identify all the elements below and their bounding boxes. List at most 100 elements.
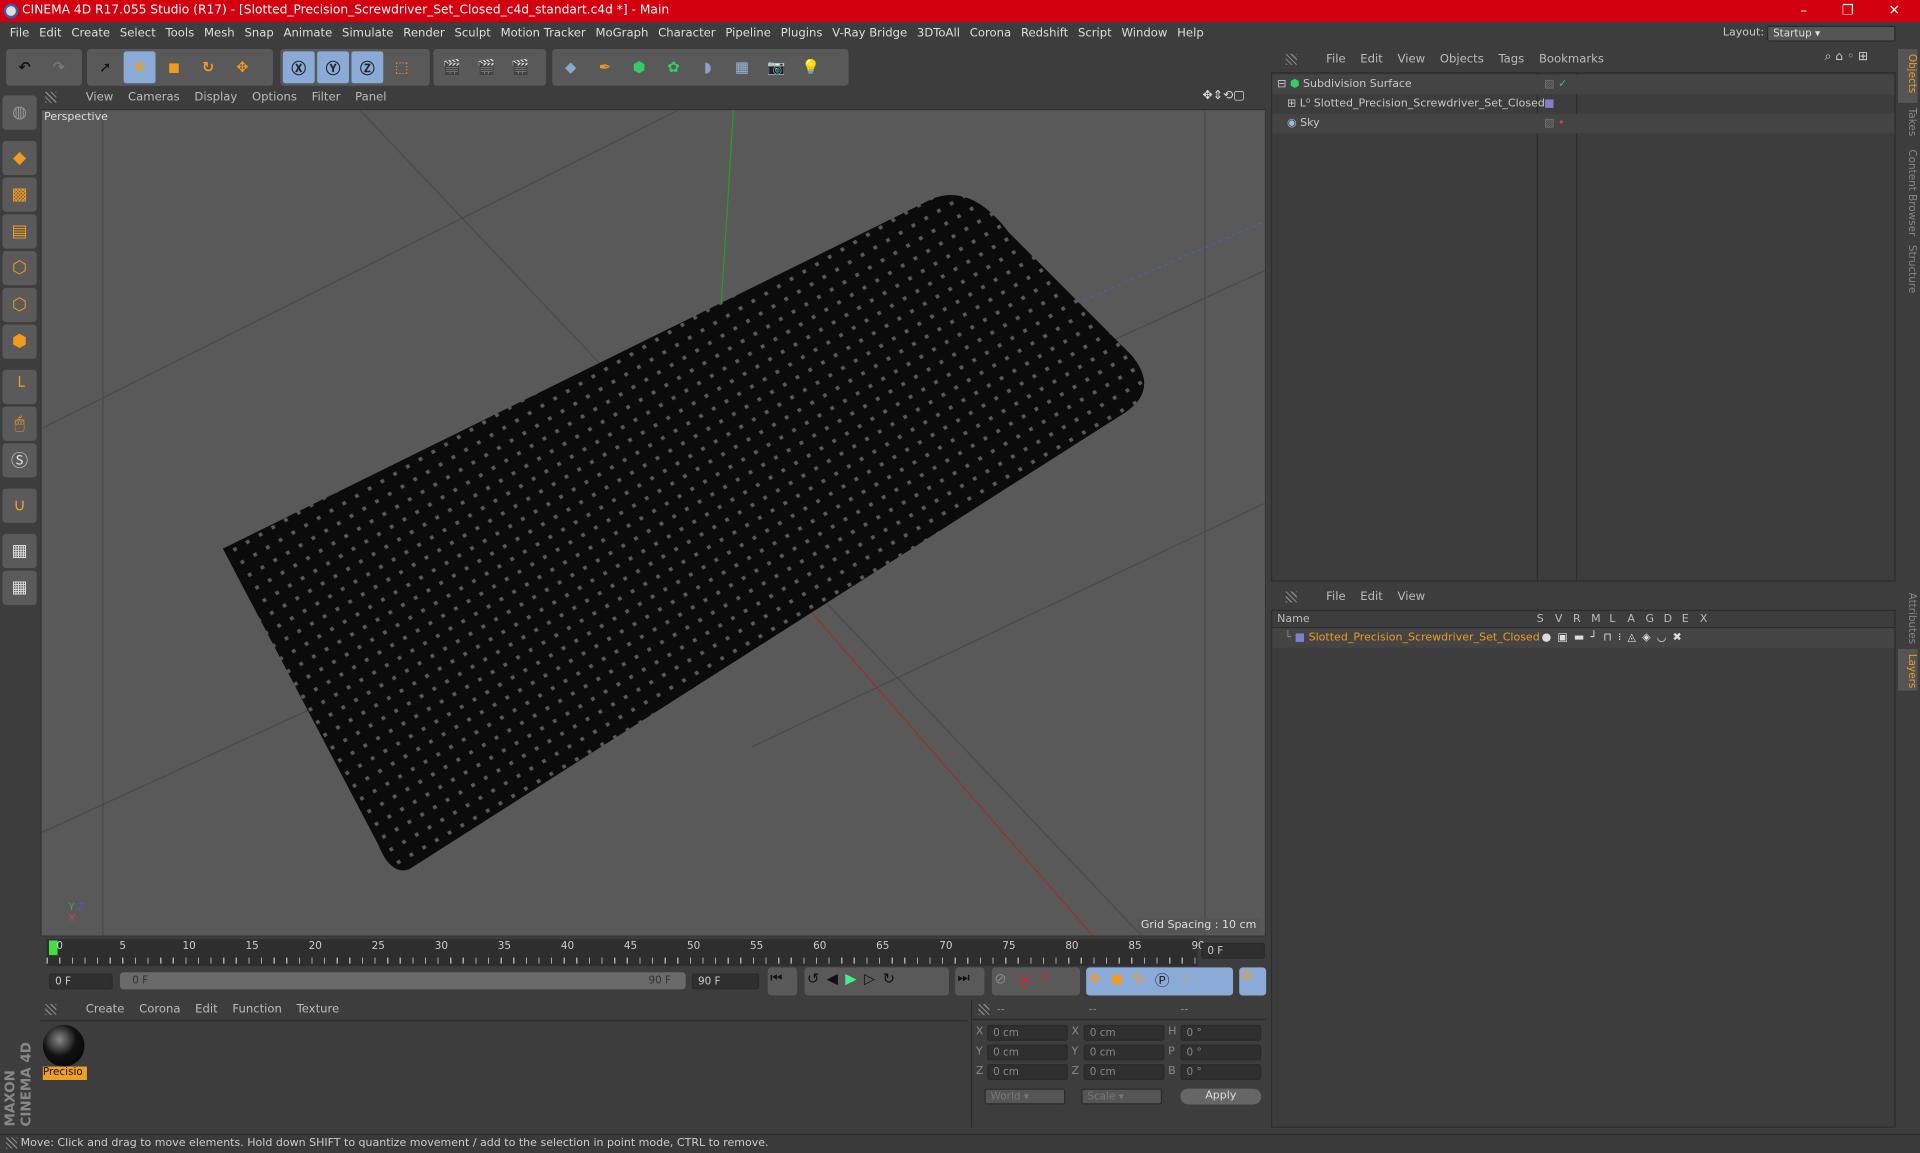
layer-menu-view[interactable]: View [1398,590,1426,603]
menu-sculpt[interactable]: Sculpt [454,27,490,40]
viewport-menu-panel[interactable]: Panel [355,91,386,104]
key-rotation-icon[interactable]: ↻ [1133,970,1145,993]
cube-icon[interactable]: ◆ [555,51,587,83]
autokey-help-icon[interactable]: ? [1041,970,1049,993]
edges-mode-icon[interactable]: ⬡ [2,287,37,323]
rotation-field[interactable]: 0 ° [1180,1064,1262,1081]
minimize-button[interactable]: – [1785,0,1822,22]
menu-v-ray-bridge[interactable]: V-Ray Bridge [832,27,907,40]
redo-icon[interactable]: ↷ [43,51,75,83]
material-menu-function[interactable]: Function [232,1003,281,1016]
layer-menu-edit[interactable]: Edit [1360,590,1383,603]
polygons-mode-icon[interactable]: ⬢ [2,324,37,359]
menu-edit[interactable]: Edit [39,27,62,40]
mograph-cloner-icon[interactable]: ✿ [658,51,690,83]
object-manager-search-icons[interactable]: ⌕ ⌂ ◦ ⊞ [1825,50,1869,63]
object-row-sky[interactable]: ◉ Sky ▨ • [1272,113,1895,134]
material-menu-edit[interactable]: Edit [195,1003,218,1016]
size-field[interactable]: 0 cm [1083,1044,1165,1061]
menu-create[interactable]: Create [71,27,110,40]
play-icon[interactable]: ▶ [845,970,856,993]
object-menu-edit[interactable]: Edit [1360,53,1383,66]
coordinate-system-icon[interactable]: ⬚ [386,51,418,83]
material-swatch[interactable]: Precisio [42,1024,87,1081]
prev-frame-icon[interactable]: ◀ [827,970,838,993]
key-param-icon[interactable]: Ⓟ [1155,970,1170,993]
layer-column-x[interactable]: X [1700,611,1708,628]
menu-mesh[interactable]: Mesh [204,27,235,40]
menu-render[interactable]: Render [403,27,444,40]
camera-icon[interactable]: 📷 [760,51,792,83]
menu-window[interactable]: Window [1122,27,1168,40]
menu-3dtoall[interactable]: 3DToAll [917,27,960,40]
object-row-subdivision[interactable]: ⊟ ⬢ Subdivision Surface ▨ ✓ [1272,74,1895,95]
menu-script[interactable]: Script [1078,27,1112,40]
snap-icon[interactable]: Ⓢ [2,443,37,478]
magnet-icon[interactable]: ∪ [2,488,37,523]
workplane-mode-icon[interactable]: ▤ [2,214,37,249]
position-field[interactable]: 0 cm [986,1064,1068,1081]
coordinate-mode-dropdown[interactable]: World ▾ [984,1088,1066,1105]
material-menu-corona[interactable]: Corona [139,1003,180,1016]
layer-menu-file[interactable]: File [1326,590,1345,603]
points-mode-icon[interactable]: ⬡ [2,251,37,286]
menu-snap[interactable]: Snap [244,27,273,40]
object-menu-tags[interactable]: Tags [1498,53,1524,66]
tweak-mode-icon[interactable]: 🖱 [2,406,37,441]
floor-environment-icon[interactable]: ▦ [726,51,758,83]
close-button[interactable]: ✕ [1876,0,1913,22]
next-frame-icon[interactable]: ▷ [864,970,875,993]
motion-path-icon[interactable]: ⊘ [994,970,1006,993]
undo-icon[interactable]: ↶ [9,51,41,83]
side-tab-takes[interactable]: Takes [1898,103,1917,145]
viewport-menu-display[interactable]: Display [194,91,237,104]
layer-column-m[interactable]: M [1591,611,1601,628]
rotate-tool-icon[interactable]: ↻ [192,51,224,83]
layer-column-v[interactable]: V [1555,611,1563,628]
workplane-grid-icon[interactable]: ▦ [2,570,37,605]
render-picture-viewer-icon[interactable]: 🎬 [470,51,502,83]
layer-row[interactable]: └ ■ Slotted_Precision_Screwdriver_Set_Cl… [1272,628,1895,648]
key-position-icon[interactable]: ✥ [1089,970,1101,993]
layer-column-name[interactable]: Name [1277,611,1310,628]
layer-column-r[interactable]: R [1573,611,1581,628]
menu-character[interactable]: Character [658,27,715,40]
texture-mode-icon[interactable]: ▩ [2,177,37,212]
rotation-field[interactable]: 0 ° [1180,1024,1262,1041]
layer-column-d[interactable]: D [1664,611,1672,628]
key-scale-icon[interactable]: ◼ [1111,970,1123,993]
timeline-ruler[interactable]: 0 5 10 15 20 25 30 35 40 45 50 55 60 65 70 75 80 85 90 [46,939,1205,967]
layer-column-s[interactable]: S [1537,611,1544,628]
object-menu-bookmarks[interactable]: Bookmarks [1539,53,1604,66]
pen-spline-icon[interactable]: ✒ [589,51,621,83]
side-tab-objects[interactable]: Objects [1897,48,1918,103]
record-icon[interactable]: ⦿ [1016,970,1031,993]
make-editable-icon[interactable]: ◍ [2,95,37,130]
menu-tools[interactable]: Tools [166,27,195,40]
render-settings-icon[interactable]: 🎬 [504,51,536,83]
side-tab-attributes[interactable]: Attributes [1898,588,1917,649]
side-tab-structure[interactable]: Structure [1898,240,1917,294]
apply-button[interactable]: Apply [1180,1088,1262,1105]
layer-column-e[interactable]: E [1682,611,1689,628]
live-selection-icon[interactable]: ✥ [227,51,259,83]
viewport[interactable]: Perspective Grid Spacing : 10 cm Y ZX [40,108,1267,937]
layer-column-a[interactable]: A [1627,611,1635,628]
axis-mode-icon[interactable]: └ [2,369,37,405]
menu-animate[interactable]: Animate [284,27,333,40]
position-field[interactable]: 0 cm [986,1044,1068,1061]
scale-tool-icon[interactable]: ◼ [158,51,190,83]
menu-motion-tracker[interactable]: Motion Tracker [501,27,586,40]
render-view-icon[interactable]: 🎬 [436,51,468,83]
object-menu-file[interactable]: File [1326,53,1345,66]
size-field[interactable]: 0 cm [1083,1024,1165,1041]
y-axis-icon[interactable]: Ⓨ [317,51,349,84]
menu-corona[interactable]: Corona [970,27,1011,40]
layout-dropdown[interactable]: Startup ▾ [1766,25,1896,42]
material-menu-create[interactable]: Create [86,1003,125,1016]
menu-select[interactable]: Select [120,27,156,40]
side-tab-content-browser[interactable]: Content Browser [1898,144,1917,240]
next-key-icon[interactable]: ↻ [883,970,895,993]
start-frame-field[interactable]: 0 F [48,973,113,990]
menu-plugins[interactable]: Plugins [781,27,823,40]
